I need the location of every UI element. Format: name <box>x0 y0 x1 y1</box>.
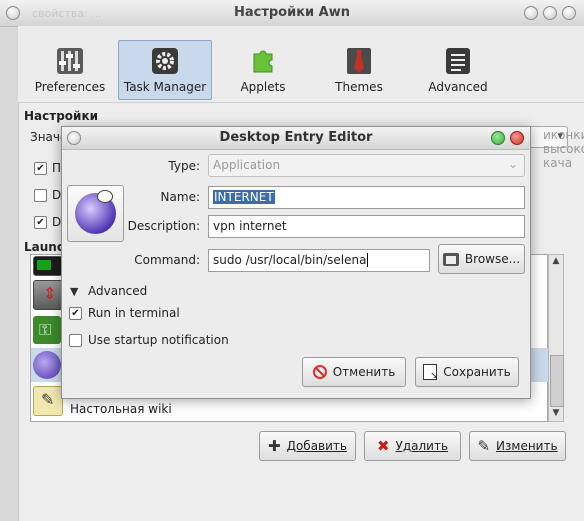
tab-preferences[interactable]: Preferences <box>24 40 116 100</box>
applets-puzzle-icon <box>253 50 273 73</box>
checkbox-2[interactable] <box>34 189 47 202</box>
maximize-button[interactable] <box>543 6 557 20</box>
dialog-close-button[interactable] <box>510 131 524 145</box>
type-select-value: Application <box>213 158 281 172</box>
expander-triangle-icon[interactable]: ▼ <box>70 285 78 298</box>
cancel-button-label: Отменить <box>332 365 396 379</box>
edit-pencil-icon: ✎ <box>477 437 491 455</box>
cancel-icon <box>312 365 327 379</box>
settings-heading: Настройки <box>24 109 99 123</box>
list-scrollbar[interactable]: ▲ ▼ <box>548 254 564 422</box>
themes-necktie-icon <box>347 48 371 74</box>
tab-task-manager-label: Task Manager <box>123 80 207 94</box>
checkbox-3[interactable]: ✔ <box>34 216 47 229</box>
browse-button-label: Browse... <box>464 252 521 266</box>
delete-button[interactable]: ✖ Удалить <box>364 431 461 461</box>
run-in-terminal-checkbox[interactable]: ✔ <box>69 307 82 320</box>
close-button[interactable] <box>562 6 576 20</box>
wiki-notepad-icon: ✎ <box>33 386 63 416</box>
speech-bubble-icon <box>97 190 113 203</box>
startup-notification-checkbox[interactable] <box>69 334 82 347</box>
type-select: Application ⌄ <box>208 154 525 177</box>
minimize-button[interactable] <box>524 6 538 20</box>
chevron-down-icon: ▾ <box>557 129 563 142</box>
tab-themes-label: Themes <box>335 80 383 94</box>
list-item-wiki[interactable]: Настольная wiki <box>70 402 172 416</box>
browse-button[interactable]: Browse... <box>438 244 525 274</box>
terminal-icon <box>33 256 63 276</box>
command-label: Command: <box>134 253 200 267</box>
globe-icon <box>33 351 61 379</box>
cancel-button[interactable]: Отменить <box>302 357 406 387</box>
checkbox-3-label: D <box>52 215 62 229</box>
entry-icon-button[interactable] <box>67 185 124 242</box>
delete-button-label: Удалить <box>395 439 449 453</box>
edit-button-label: Изменить <box>496 439 558 453</box>
delete-x-icon: ✖ <box>376 437 390 455</box>
preferences-sliders-icon <box>57 48 83 74</box>
edit-button[interactable]: ✎ Изменить <box>469 431 566 461</box>
description-label: Description: <box>127 219 200 233</box>
add-button[interactable]: ✚ Добавить <box>259 431 356 461</box>
tab-advanced-label: Advanced <box>428 80 488 94</box>
save-icon: ↘ <box>423 364 438 381</box>
value-combo-value: иконки высокого кача <box>543 128 584 170</box>
type-label: Type: <box>168 159 200 173</box>
run-in-terminal-label: Run in terminal <box>88 306 180 320</box>
arrows-icon: ⇕ <box>33 280 63 310</box>
checkbox-2-label: D <box>52 188 62 202</box>
advanced-expander-label[interactable]: Advanced <box>88 284 147 298</box>
save-button[interactable]: ↘ Сохранить <box>415 357 519 387</box>
dialog-title: Desktop Entry Editor <box>219 130 373 145</box>
tab-preferences-label: Preferences <box>34 80 106 94</box>
plus-icon: ✚ <box>268 437 281 455</box>
key-icon: ⚿ <box>33 316 61 344</box>
tab-applets[interactable]: Applets <box>216 40 310 100</box>
tab-themes[interactable]: Themes <box>312 40 406 100</box>
tab-applets-label: Applets <box>240 80 286 94</box>
main-window-title: Настройки Awn <box>233 5 351 20</box>
name-field[interactable]: INTERNET <box>208 186 525 209</box>
add-button-label: Добавить <box>286 439 347 453</box>
folder-icon <box>442 252 459 266</box>
startup-notification-label: Use startup notification <box>88 333 229 347</box>
command-field-value: sudo /usr/local/bin/selena <box>213 253 367 267</box>
chevron-down-icon: ⌄ <box>507 157 518 171</box>
tab-advanced[interactable]: Advanced <box>410 40 506 100</box>
description-field[interactable]: vpn internet <box>208 215 525 238</box>
advanced-list-icon <box>446 48 470 74</box>
launchers-heading: Launc <box>24 240 64 254</box>
description-field-value: vpn internet <box>213 219 287 233</box>
save-button-label: Сохранить <box>443 365 511 379</box>
checkbox-1-label: П <box>52 161 62 175</box>
name-label: Name: <box>160 190 200 204</box>
task-manager-gear-icon <box>152 48 178 74</box>
command-field[interactable]: sudo /usr/local/bin/selena <box>208 249 430 272</box>
tab-task-manager[interactable]: Task Manager <box>118 40 212 100</box>
dialog-maximize-button[interactable] <box>491 131 505 145</box>
name-field-value: INTERNET <box>213 190 275 204</box>
checkbox-1[interactable]: ✔ <box>34 162 47 175</box>
